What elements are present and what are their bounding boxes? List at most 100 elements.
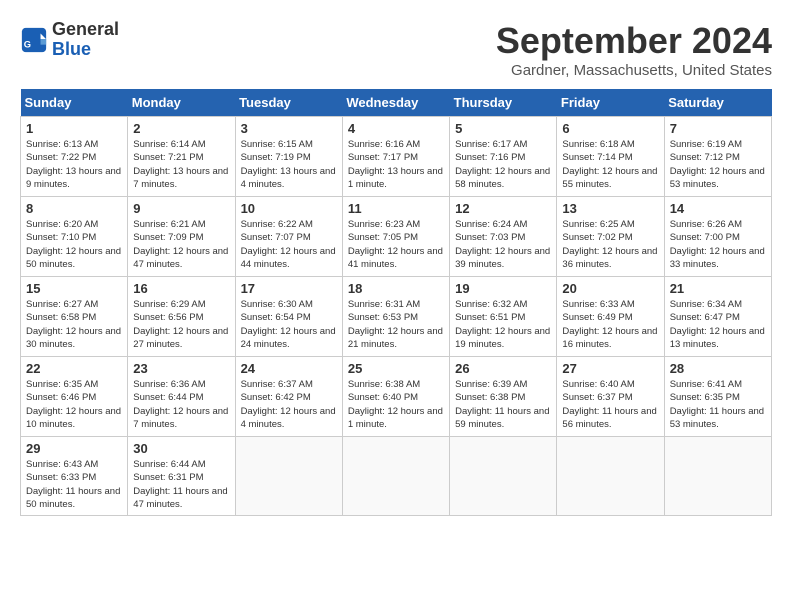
day-number: 6 [562, 121, 658, 136]
day-number: 22 [26, 361, 122, 376]
day-info: Sunrise: 6:38 AMSunset: 6:40 PMDaylight:… [348, 378, 444, 431]
weekday-header-tuesday: Tuesday [235, 89, 342, 117]
calendar-cell: 6 Sunrise: 6:18 AMSunset: 7:14 PMDaylight… [557, 117, 664, 197]
svg-text:G: G [24, 39, 31, 49]
day-info: Sunrise: 6:20 AMSunset: 7:10 PMDaylight:… [26, 218, 122, 271]
calendar-week-row: 22 Sunrise: 6:35 AMSunset: 6:46 PMDayligh… [21, 357, 772, 437]
day-number: 26 [455, 361, 551, 376]
day-info: Sunrise: 6:37 AMSunset: 6:42 PMDaylight:… [241, 378, 337, 431]
day-info: Sunrise: 6:36 AMSunset: 6:44 PMDaylight:… [133, 378, 229, 431]
weekday-header-sunday: Sunday [21, 89, 128, 117]
day-info: Sunrise: 6:15 AMSunset: 7:19 PMDaylight:… [241, 138, 337, 191]
calendar-cell: 5 Sunrise: 6:17 AMSunset: 7:16 PMDaylight… [450, 117, 557, 197]
location-title: Gardner, Massachusetts, United States [496, 62, 772, 79]
weekday-header-wednesday: Wednesday [342, 89, 449, 117]
calendar-cell: 8Sunrise: 6:20 AMSunset: 7:10 PMDaylight… [21, 197, 128, 277]
calendar-cell: 1Sunrise: 6:13 AMSunset: 7:22 PMDaylight… [21, 117, 128, 197]
weekday-header-friday: Friday [557, 89, 664, 117]
day-info: Sunrise: 6:17 AMSunset: 7:16 PMDaylight:… [455, 138, 551, 191]
calendar-cell [450, 437, 557, 516]
calendar-header-row: SundayMondayTuesdayWednesdayThursdayFrid… [21, 89, 772, 117]
calendar-week-row: 1Sunrise: 6:13 AMSunset: 7:22 PMDaylight… [21, 117, 772, 197]
calendar-cell: 14 Sunrise: 6:26 AMSunset: 7:00 PMDayligh… [664, 197, 771, 277]
calendar-cell: 19 Sunrise: 6:32 AMSunset: 6:51 PMDayligh… [450, 277, 557, 357]
day-info: Sunrise: 6:22 AMSunset: 7:07 PMDaylight:… [241, 218, 337, 271]
calendar-cell: 21Sunrise: 6:34 AMSunset: 6:47 PMDayligh… [664, 277, 771, 357]
day-number: 3 [241, 121, 337, 136]
calendar-cell: 20 Sunrise: 6:33 AMSunset: 6:49 PMDayligh… [557, 277, 664, 357]
calendar-cell: 23 Sunrise: 6:36 AMSunset: 6:44 PMDayligh… [128, 357, 235, 437]
day-info: Sunrise: 6:35 AMSunset: 6:46 PMDaylight:… [26, 378, 122, 431]
calendar-cell: 15Sunrise: 6:27 AMSunset: 6:58 PMDayligh… [21, 277, 128, 357]
calendar-cell: 16Sunrise: 6:29 AMSunset: 6:56 PMDayligh… [128, 277, 235, 357]
day-number: 16 [133, 281, 229, 296]
day-info: Sunrise: 6:32 AMSunset: 6:51 PMDaylight:… [455, 298, 551, 351]
calendar-cell: 2 Sunrise: 6:14 AMSunset: 7:21 PMDaylight… [128, 117, 235, 197]
day-info: Sunrise: 6:40 AMSunset: 6:37 PMDaylight:… [562, 378, 658, 431]
day-number: 14 [670, 201, 766, 216]
day-number: 20 [562, 281, 658, 296]
day-number: 12 [455, 201, 551, 216]
calendar-week-row: 8Sunrise: 6:20 AMSunset: 7:10 PMDaylight… [21, 197, 772, 277]
day-info: Sunrise: 6:18 AMSunset: 7:14 PMDaylight:… [562, 138, 658, 191]
calendar-cell: 18 Sunrise: 6:31 AMSunset: 6:53 PMDayligh… [342, 277, 449, 357]
title-section: September 2024 Gardner, Massachusetts, U… [496, 20, 772, 79]
day-number: 10 [241, 201, 337, 216]
calendar-cell: 7 Sunrise: 6:19 AMSunset: 7:12 PMDaylight… [664, 117, 771, 197]
day-number: 29 [26, 441, 122, 456]
calendar-cell: 10 Sunrise: 6:22 AMSunset: 7:07 PMDayligh… [235, 197, 342, 277]
page-header: G General Blue September 2024 Gardner, M… [20, 20, 772, 79]
calendar-cell: 13Sunrise: 6:25 AMSunset: 7:02 PMDayligh… [557, 197, 664, 277]
day-info: Sunrise: 6:14 AMSunset: 7:21 PMDaylight:… [133, 138, 229, 191]
day-number: 19 [455, 281, 551, 296]
day-info: Sunrise: 6:34 AMSunset: 6:47 PMDaylight:… [670, 298, 766, 351]
calendar-cell: 9Sunrise: 6:21 AMSunset: 7:09 PMDaylight… [128, 197, 235, 277]
calendar-cell: 24Sunrise: 6:37 AMSunset: 6:42 PMDayligh… [235, 357, 342, 437]
day-info: Sunrise: 6:26 AMSunset: 7:00 PMDaylight:… [670, 218, 766, 271]
day-number: 4 [348, 121, 444, 136]
logo: G General Blue [20, 20, 119, 60]
day-number: 2 [133, 121, 229, 136]
weekday-header-monday: Monday [128, 89, 235, 117]
weekday-header-thursday: Thursday [450, 89, 557, 117]
day-info: Sunrise: 6:13 AMSunset: 7:22 PMDaylight:… [26, 138, 122, 191]
calendar-cell: 25 Sunrise: 6:38 AMSunset: 6:40 PMDayligh… [342, 357, 449, 437]
day-info: Sunrise: 6:41 AMSunset: 6:35 PMDaylight:… [670, 378, 766, 431]
calendar-week-row: 15Sunrise: 6:27 AMSunset: 6:58 PMDayligh… [21, 277, 772, 357]
calendar-cell: 30Sunrise: 6:44 AMSunset: 6:31 PMDayligh… [128, 437, 235, 516]
day-number: 5 [455, 121, 551, 136]
calendar-cell [557, 437, 664, 516]
day-info: Sunrise: 6:19 AMSunset: 7:12 PMDaylight:… [670, 138, 766, 191]
calendar-cell: 28Sunrise: 6:41 AMSunset: 6:35 PMDayligh… [664, 357, 771, 437]
day-info: Sunrise: 6:44 AMSunset: 6:31 PMDaylight:… [133, 458, 229, 511]
day-number: 23 [133, 361, 229, 376]
day-info: Sunrise: 6:31 AMSunset: 6:53 PMDaylight:… [348, 298, 444, 351]
logo-text: General Blue [52, 20, 119, 60]
day-number: 11 [348, 201, 444, 216]
day-info: Sunrise: 6:33 AMSunset: 6:49 PMDaylight:… [562, 298, 658, 351]
day-info: Sunrise: 6:16 AMSunset: 7:17 PMDaylight:… [348, 138, 444, 191]
day-info: Sunrise: 6:27 AMSunset: 6:58 PMDaylight:… [26, 298, 122, 351]
month-title: September 2024 [496, 20, 772, 62]
calendar-cell [664, 437, 771, 516]
day-info: Sunrise: 6:30 AMSunset: 6:54 PMDaylight:… [241, 298, 337, 351]
day-info: Sunrise: 6:43 AMSunset: 6:33 PMDaylight:… [26, 458, 122, 511]
day-info: Sunrise: 6:24 AMSunset: 7:03 PMDaylight:… [455, 218, 551, 271]
calendar-cell: 3 Sunrise: 6:15 AMSunset: 7:19 PMDaylight… [235, 117, 342, 197]
day-number: 25 [348, 361, 444, 376]
calendar-cell: 4 Sunrise: 6:16 AMSunset: 7:17 PMDaylight… [342, 117, 449, 197]
calendar-week-row: 29 Sunrise: 6:43 AMSunset: 6:33 PMDayligh… [21, 437, 772, 516]
calendar-table: SundayMondayTuesdayWednesdayThursdayFrid… [20, 89, 772, 516]
day-number: 7 [670, 121, 766, 136]
calendar-cell: 22 Sunrise: 6:35 AMSunset: 6:46 PMDayligh… [21, 357, 128, 437]
day-number: 18 [348, 281, 444, 296]
day-number: 27 [562, 361, 658, 376]
day-info: Sunrise: 6:39 AMSunset: 6:38 PMDaylight:… [455, 378, 551, 431]
day-number: 17 [241, 281, 337, 296]
calendar-cell: 27 Sunrise: 6:40 AMSunset: 6:37 PMDayligh… [557, 357, 664, 437]
day-number: 13 [562, 201, 658, 216]
calendar-cell: 26 Sunrise: 6:39 AMSunset: 6:38 PMDayligh… [450, 357, 557, 437]
calendar-cell: 12 Sunrise: 6:24 AMSunset: 7:03 PMDayligh… [450, 197, 557, 277]
day-info: Sunrise: 6:23 AMSunset: 7:05 PMDaylight:… [348, 218, 444, 271]
day-info: Sunrise: 6:21 AMSunset: 7:09 PMDaylight:… [133, 218, 229, 271]
